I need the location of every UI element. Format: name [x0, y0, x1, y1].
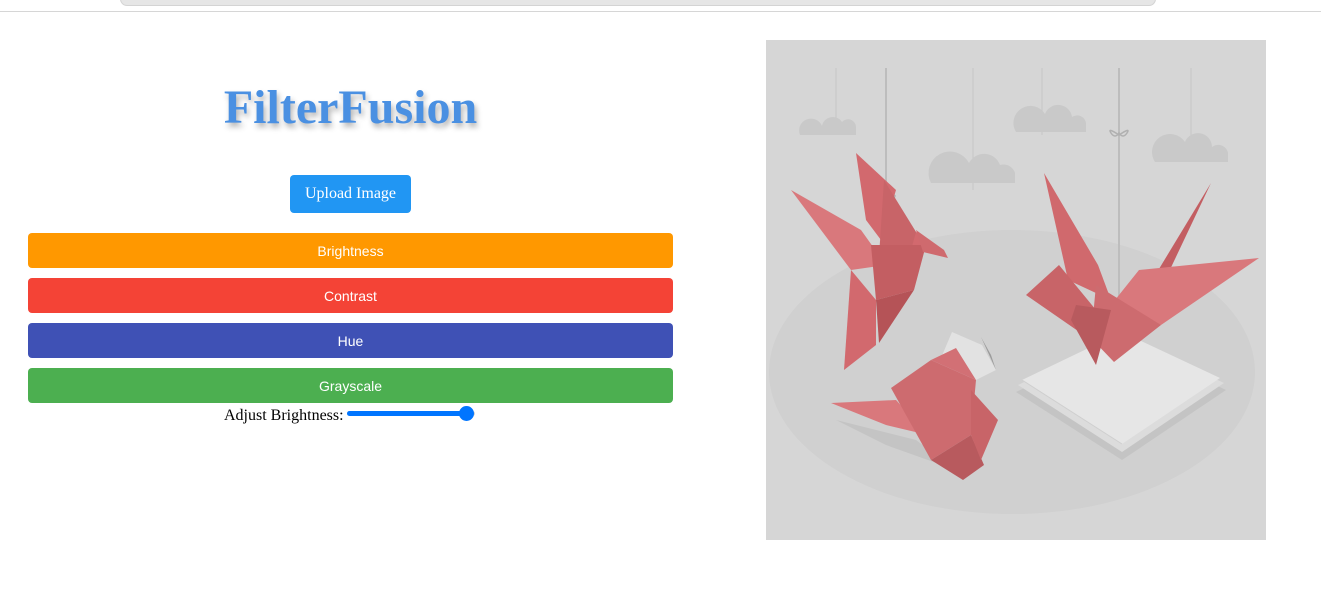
brightness-slider[interactable] [347, 406, 475, 421]
upload-image-button[interactable]: Upload Image [290, 175, 411, 213]
grayscale-button[interactable]: Grayscale [28, 368, 673, 403]
top-scrollbar[interactable] [120, 0, 1156, 6]
origami-cranes-illustration [766, 40, 1266, 540]
app-title: FilterFusion [223, 81, 478, 134]
brightness-adjust-row: Adjust Brightness: [28, 403, 673, 429]
image-preview [766, 40, 1266, 540]
top-divider [0, 11, 1321, 12]
slider-thumb[interactable] [459, 406, 475, 421]
adjust-brightness-label: Adjust Brightness: [224, 407, 344, 424]
contrast-button[interactable]: Contrast [28, 278, 673, 313]
hue-button[interactable]: Hue [28, 323, 673, 358]
slider-fill [347, 411, 467, 416]
brightness-button[interactable]: Brightness [28, 233, 673, 268]
